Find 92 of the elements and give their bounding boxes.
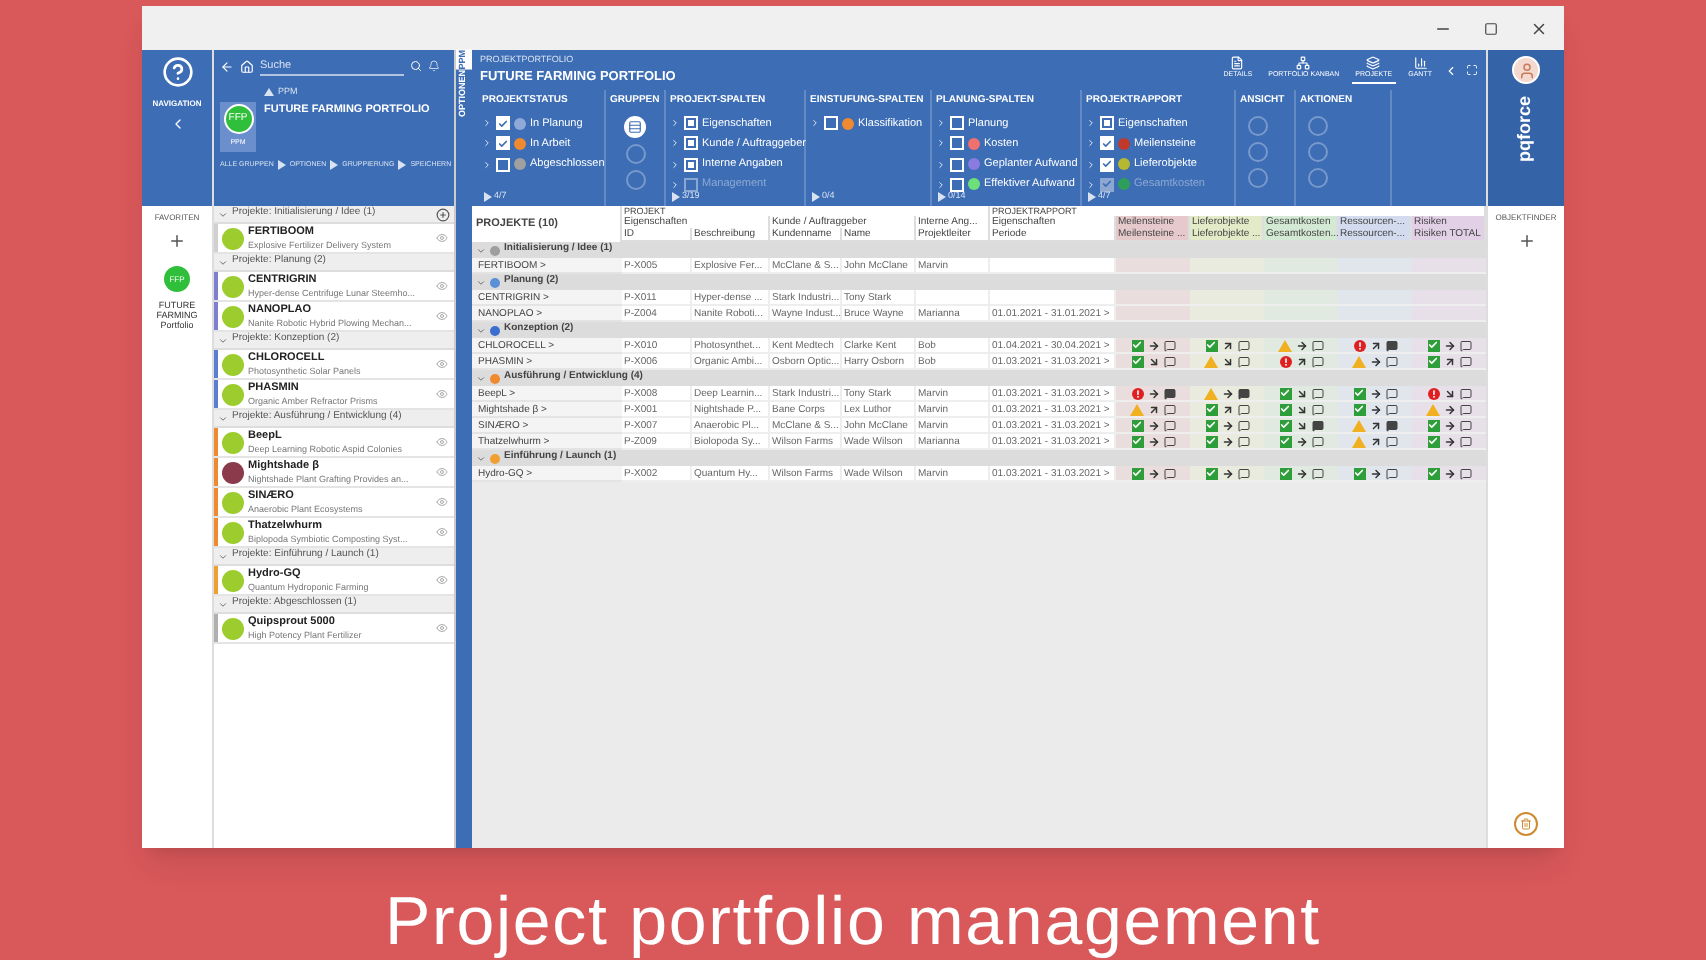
- collapse-icon[interactable]: [476, 325, 486, 335]
- comment-icon[interactable]: [1237, 419, 1249, 431]
- search-icon[interactable]: [410, 60, 422, 72]
- comment-icon[interactable]: [1163, 467, 1175, 479]
- checkbox[interactable]: [684, 116, 698, 131]
- comment-icon[interactable]: [1459, 435, 1471, 447]
- checkbox[interactable]: [950, 157, 964, 172]
- checkbox[interactable]: [950, 177, 964, 192]
- chevron-left-icon[interactable]: [1444, 63, 1458, 77]
- comment-icon[interactable]: [1386, 355, 1398, 367]
- checkbox[interactable]: [824, 116, 838, 131]
- collapse-icon[interactable]: [476, 245, 486, 255]
- comment-icon[interactable]: [1163, 387, 1175, 399]
- comment-icon[interactable]: [1311, 419, 1323, 431]
- back-icon[interactable]: [220, 59, 234, 73]
- add-icon[interactable]: [168, 232, 186, 250]
- comment-icon[interactable]: [1459, 339, 1471, 351]
- comment-icon[interactable]: [1238, 355, 1250, 367]
- triangle-icon: [398, 159, 407, 170]
- maximize-icon[interactable]: [1484, 21, 1498, 35]
- add-icon[interactable]: [1517, 232, 1535, 250]
- comment-icon[interactable]: [1385, 403, 1397, 415]
- comment-icon[interactable]: [1163, 339, 1175, 351]
- triangle-icon: [812, 192, 820, 203]
- trash-icon: [1520, 818, 1532, 830]
- caption: Project portfolio management: [383, 882, 1323, 960]
- comment-icon[interactable]: [1237, 435, 1249, 447]
- collapse-icon[interactable]: [218, 257, 228, 267]
- trash-button[interactable]: [1514, 812, 1538, 836]
- checkbox[interactable]: [684, 136, 698, 151]
- comment-icon[interactable]: [1237, 467, 1249, 479]
- comment-icon[interactable]: [1459, 419, 1471, 431]
- close-icon[interactable]: [1530, 19, 1548, 37]
- collapse-icon[interactable]: [476, 277, 486, 287]
- comment-icon[interactable]: [1386, 435, 1398, 447]
- bar-chart-icon: [1413, 56, 1428, 71]
- collapse-icon[interactable]: [218, 551, 228, 561]
- home-icon[interactable]: [240, 59, 254, 73]
- comment-icon[interactable]: [1385, 387, 1397, 399]
- logo: pqforce: [1512, 96, 1537, 163]
- comment-icon[interactable]: [1238, 387, 1250, 399]
- comment-icon[interactable]: [1311, 387, 1323, 399]
- comment-icon[interactable]: [1237, 403, 1249, 415]
- collapse-icon[interactable]: [218, 335, 228, 345]
- checkbox[interactable]: [496, 136, 510, 151]
- bell-icon[interactable]: [428, 60, 440, 72]
- comment-icon[interactable]: [1311, 435, 1323, 447]
- triangle-icon: [264, 88, 274, 97]
- list-icon[interactable]: [624, 115, 646, 137]
- hierarchy-icon: [1296, 56, 1311, 71]
- checkbox[interactable]: [950, 136, 964, 151]
- triangle-icon: [330, 159, 339, 170]
- document-icon: [1230, 56, 1245, 71]
- comment-icon[interactable]: [1163, 355, 1175, 367]
- triangle-icon: [1088, 192, 1096, 203]
- checkbox[interactable]: [1100, 136, 1114, 151]
- triangle-icon: [484, 192, 492, 203]
- comment-icon[interactable]: [1385, 339, 1397, 351]
- triangle-icon: [277, 159, 286, 170]
- help-icon[interactable]: [161, 56, 193, 88]
- checkbox[interactable]: [1100, 157, 1114, 172]
- checkbox[interactable]: [496, 157, 510, 172]
- checkbox[interactable]: [496, 116, 510, 131]
- triangle-icon: [938, 192, 946, 203]
- collapse-icon[interactable]: [476, 373, 486, 383]
- comment-icon[interactable]: [1163, 435, 1175, 447]
- comment-icon[interactable]: [1237, 339, 1249, 351]
- comment-icon[interactable]: [1386, 419, 1398, 431]
- comment-icon[interactable]: [1312, 339, 1324, 351]
- comment-icon[interactable]: [1311, 403, 1323, 415]
- collapse-icon[interactable]: [476, 453, 486, 463]
- chevron-icon[interactable]: [810, 118, 820, 129]
- comment-icon[interactable]: [1460, 403, 1472, 415]
- add-icon[interactable]: [436, 207, 450, 221]
- comment-icon[interactable]: [1164, 403, 1176, 415]
- checkbox[interactable]: [684, 157, 698, 172]
- comment-icon[interactable]: [1459, 387, 1471, 399]
- layers-icon: [1366, 55, 1381, 70]
- collapse-icon[interactable]: [218, 413, 228, 423]
- checkbox[interactable]: [1100, 116, 1114, 131]
- collapse-icon[interactable]: [218, 599, 228, 609]
- checkbox[interactable]: [950, 116, 964, 131]
- avatar-icon[interactable]: [1512, 56, 1540, 84]
- comment-icon[interactable]: [1459, 355, 1471, 367]
- comment-icon[interactable]: [1311, 467, 1323, 479]
- comment-icon[interactable]: [1385, 467, 1397, 479]
- comment-icon[interactable]: [1459, 467, 1471, 479]
- collapse-icon[interactable]: [218, 209, 228, 219]
- triangle-icon: [672, 192, 680, 203]
- comment-icon[interactable]: [1311, 355, 1323, 367]
- table-cell: [990, 258, 1116, 274]
- comment-icon[interactable]: [1163, 419, 1175, 431]
